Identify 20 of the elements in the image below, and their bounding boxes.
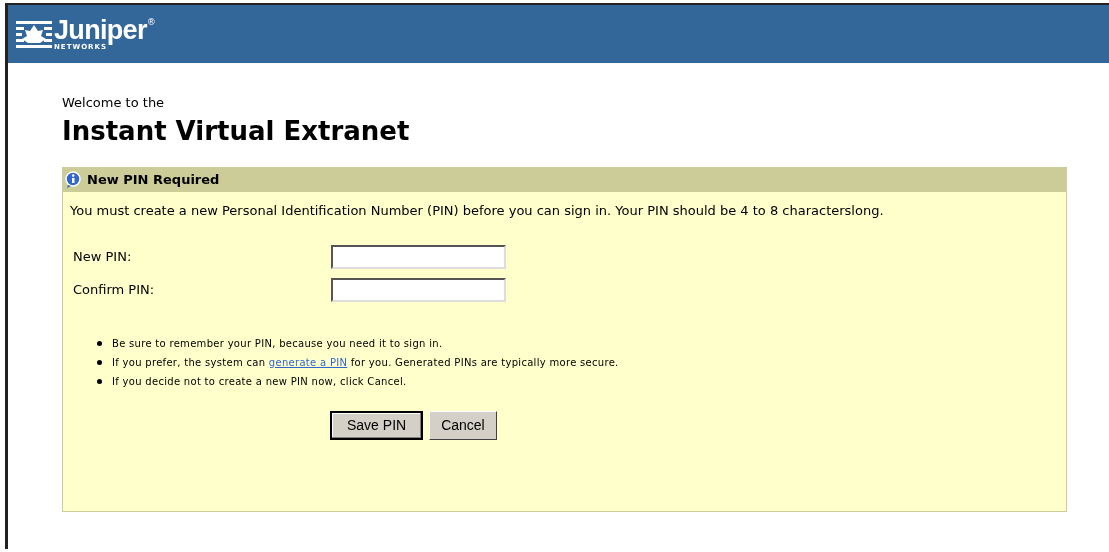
logo-icon — [16, 19, 52, 49]
note-text: Be sure to remember your PIN, because you need it to sign in. — [112, 336, 443, 351]
bullet-icon — [97, 340, 102, 346]
note-text: If you prefer, the system can generate a PIN for you. Generated PINs are typically more secure. — [112, 355, 619, 370]
pin-input-field[interactable] — [331, 244, 506, 269]
welcome-text: Welcome to the — [62, 94, 166, 112]
info-icon — [65, 170, 83, 189]
message-text: You must create a new Personal Identification Number (PIN) before you can sign in. Your PIN should be 4 to 8 characterslong. — [69, 201, 885, 220]
registered-mark: ® — [146, 17, 156, 27]
page-title: Instant Virtual Extranet — [62, 114, 411, 147]
cancel-button[interactable]: Cancel — [429, 410, 497, 440]
note-text: If you decide not to create a new PIN now, click Cancel. — [112, 374, 407, 389]
pin-input-field[interactable] — [331, 277, 506, 302]
generate-pin-link[interactable]: generate a PIN — [268, 356, 348, 368]
bullet-icon — [97, 359, 102, 365]
save-button[interactable]: Save PIN — [330, 410, 424, 440]
field-label: Confirm PIN: — [73, 280, 156, 299]
bullet-icon — [97, 378, 102, 384]
field-label: New PIN: — [73, 247, 133, 266]
panel-title: New PIN Required — [87, 170, 220, 189]
